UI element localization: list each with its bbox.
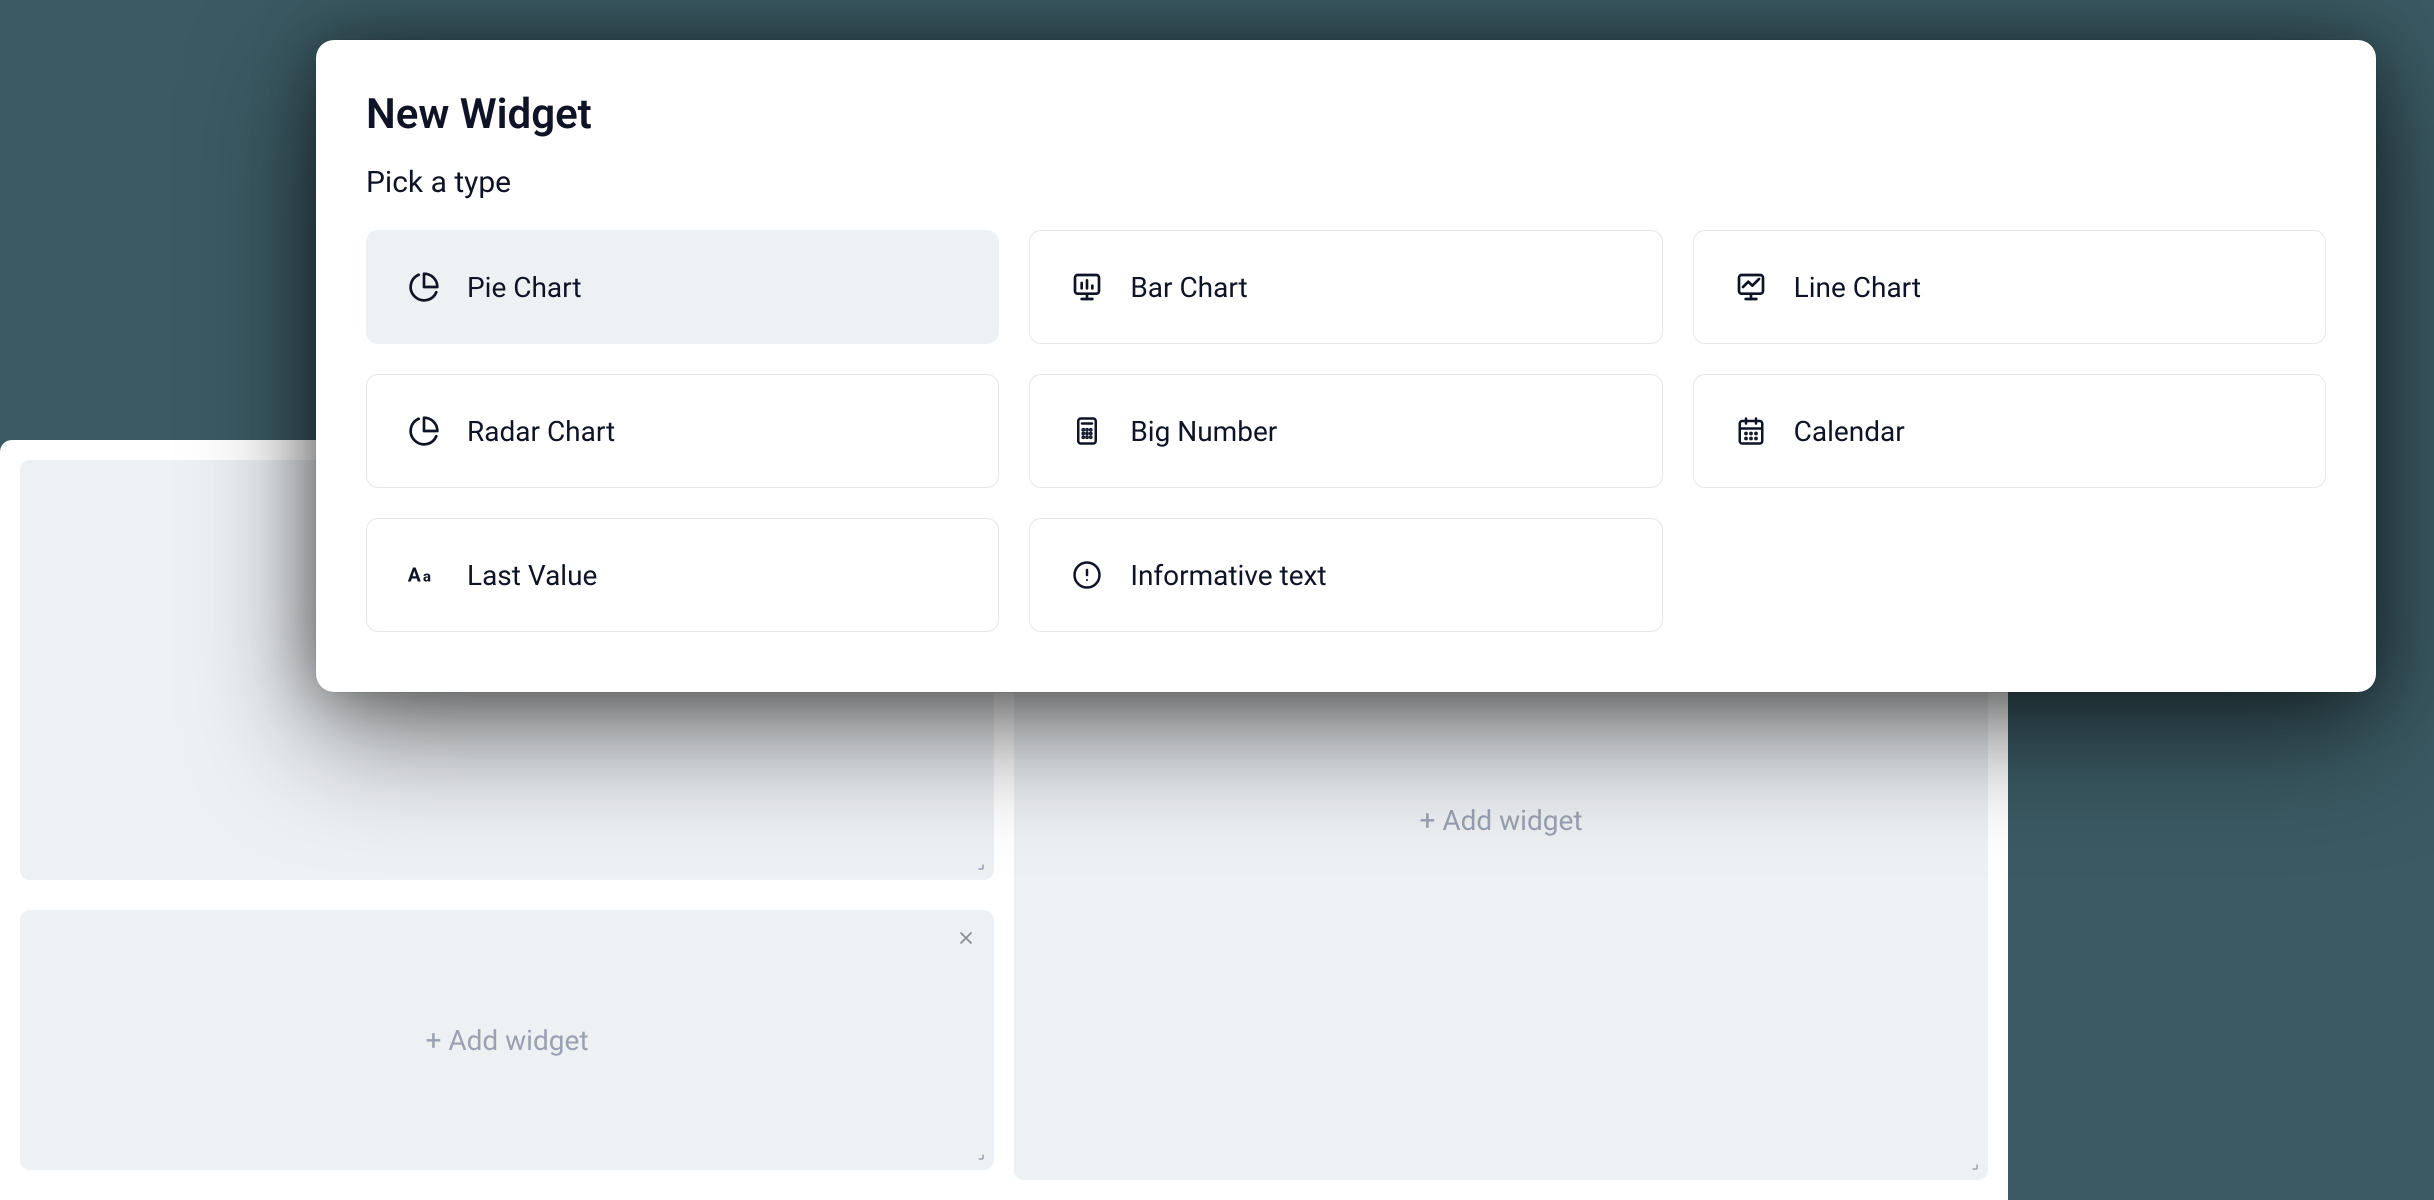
text-aa-icon: Aa xyxy=(407,558,441,592)
info-icon xyxy=(1070,558,1104,592)
type-label: Informative text xyxy=(1130,559,1326,592)
resize-handle-icon[interactable] xyxy=(968,1144,986,1162)
new-widget-modal: New Widget Pick a type Pie Chart Bar Cha… xyxy=(316,40,2376,692)
resize-handle-icon[interactable] xyxy=(968,854,986,872)
modal-subtitle: Pick a type xyxy=(366,165,2326,200)
calculator-icon xyxy=(1070,414,1104,448)
type-bar-chart[interactable]: Bar Chart xyxy=(1029,230,1662,344)
bar-chart-icon xyxy=(1070,270,1104,304)
type-label: Calendar xyxy=(1794,415,1905,448)
type-label: Pie Chart xyxy=(467,271,581,304)
svg-text:A: A xyxy=(408,564,422,587)
close-icon[interactable] xyxy=(952,924,980,952)
type-radar-chart[interactable]: Radar Chart xyxy=(366,374,999,488)
line-chart-icon xyxy=(1734,270,1768,304)
type-line-chart[interactable]: Line Chart xyxy=(1693,230,2326,344)
type-label: Last Value xyxy=(467,559,597,592)
radar-chart-icon xyxy=(407,414,441,448)
type-informative-text[interactable]: Informative text xyxy=(1029,518,1662,632)
widget-type-grid: Pie Chart Bar Chart Line Chart Radar Cha… xyxy=(366,230,2326,632)
type-label: Line Chart xyxy=(1794,271,1921,304)
modal-title: New Widget xyxy=(366,90,2326,139)
add-widget-button[interactable]: + Add widget xyxy=(426,1024,589,1057)
add-widget-button[interactable]: + Add widget xyxy=(1420,804,1583,837)
type-label: Big Number xyxy=(1130,415,1277,448)
calendar-icon xyxy=(1734,414,1768,448)
widget-slot[interactable]: + Add widget xyxy=(20,910,994,1170)
svg-text:a: a xyxy=(423,568,431,586)
type-label: Radar Chart xyxy=(467,415,615,448)
type-big-number[interactable]: Big Number xyxy=(1029,374,1662,488)
pie-chart-icon xyxy=(407,270,441,304)
resize-handle-icon[interactable] xyxy=(1962,1154,1980,1172)
type-label: Bar Chart xyxy=(1130,271,1247,304)
type-pie-chart[interactable]: Pie Chart xyxy=(366,230,999,344)
type-last-value[interactable]: Aa Last Value xyxy=(366,518,999,632)
type-calendar[interactable]: Calendar xyxy=(1693,374,2326,488)
